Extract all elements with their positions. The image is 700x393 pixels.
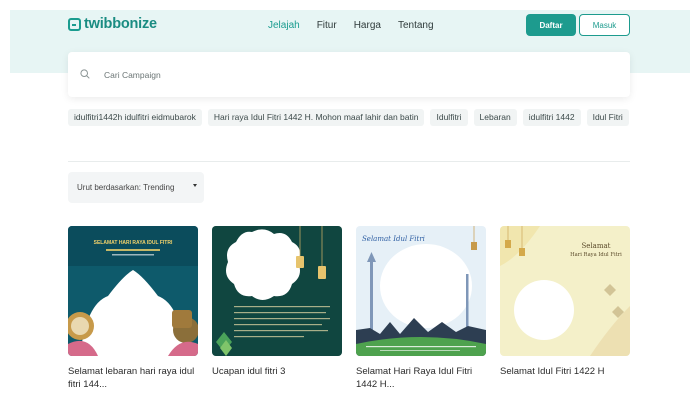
search-bar [68,52,630,97]
sort-dropdown[interactable]: Urut berdasarkan: Trending [68,172,204,203]
main-nav: Jelajah Fitur Harga Tentang [268,20,451,31]
card4-heading-line1: Selamat [582,242,611,250]
campaign-thumbnail[interactable]: Selamat Idul Fitri [356,226,486,356]
campaign-thumbnail[interactable]: SELAMAT HARI RAYA IDUL FITRI [68,226,198,356]
campaign-title[interactable]: Selamat Idul Fitri 1422 H [500,365,630,391]
campaign-thumbnail[interactable]: Selamat Hari Raya Idul Fitri [500,226,630,356]
tag-item[interactable]: idulfitri1442h idulfitri eidmubarok [68,109,202,126]
nav-item-jelajah[interactable]: Jelajah [268,20,300,31]
campaign-title[interactable]: Selamat Hari Raya Idul Fitri 1442 H... [356,365,486,391]
logo-icon [68,17,81,31]
top-navigation: twibbonize Jelajah Fitur Harga Tentang D… [68,14,630,38]
tag-item[interactable]: Idul Fitri [586,109,629,126]
nav-item-harga[interactable]: Harga [354,20,381,31]
sort-label: Urut berdasarkan: Trending [77,183,175,192]
tag-item[interactable]: Lebaran [473,109,517,126]
campaign-grid: SELAMAT HARI RAYA IDUL FITRI Selamat leb… [68,226,630,393]
tag-item[interactable]: Idulfitri [430,109,468,126]
login-button[interactable]: Masuk [579,14,630,36]
campaign-card[interactable]: Selamat Hari Raya Idul Fitri Selamat Idu… [500,226,630,393]
card1-heading: SELAMAT HARI RAYA IDUL FITRI [94,240,173,246]
tag-item[interactable]: Hari raya Idul Fitri 1442 H. Mohon maaf … [207,109,425,126]
tag-item[interactable]: idulfitri 1442 [522,109,581,126]
brand-logo[interactable]: twibbonize [68,16,157,32]
tag-list: idulfitri1442h idulfitri eidmubarok Hari… [68,109,638,132]
register-button[interactable]: Daftar [526,14,576,36]
card3-script: Selamat Idul Fitri [362,235,425,243]
campaign-card[interactable]: SELAMAT HARI RAYA IDUL FITRI Selamat leb… [68,226,198,393]
card4-heading-line2: Hari Raya Idul Fitri [570,252,622,258]
campaign-card[interactable]: Ucapan idul fitri 3 [212,226,342,393]
campaign-card[interactable]: Selamat Idul Fitri Selamat Hari Raya Idu… [356,226,486,393]
caret-down-icon [193,184,197,187]
section-divider [68,161,630,162]
campaign-title[interactable]: Ucapan idul fitri 3 [212,365,342,391]
search-input[interactable] [104,66,604,84]
campaign-title[interactable]: Selamat lebaran hari raya idul fitri 144… [68,365,198,391]
brand-name: twibbonize [84,16,157,32]
campaign-thumbnail[interactable] [212,226,342,356]
search-icon [80,69,90,79]
nav-item-tentang[interactable]: Tentang [398,20,434,31]
nav-item-fitur[interactable]: Fitur [317,20,337,31]
